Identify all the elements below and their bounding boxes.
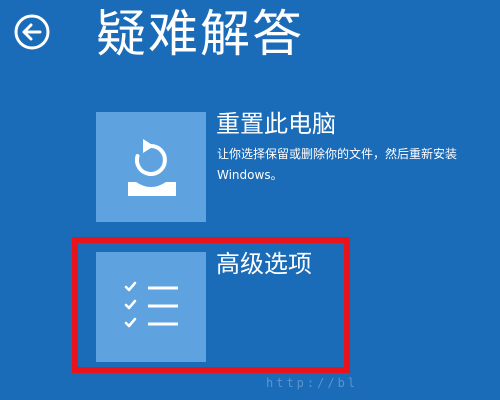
watermark: http://bl (266, 376, 359, 390)
back-button[interactable] (14, 14, 50, 50)
advanced-options-option[interactable]: 高级选项 (96, 250, 466, 362)
checklist-icon (124, 281, 178, 328)
reset-pc-description: 让你选择保留或删除你的文件，然后重新安装 Windows。 (217, 147, 458, 182)
reset-pc-title: 重置此电脑 (216, 110, 336, 138)
advanced-options-title: 高级选项 (216, 250, 312, 278)
page-title: 疑难解答 (96, 5, 304, 63)
advanced-options-tile (96, 252, 206, 362)
back-arrow-circle-icon (14, 14, 50, 50)
reset-pc-icon (128, 139, 176, 196)
reset-pc-tile (96, 112, 206, 222)
reset-this-pc-option[interactable]: 重置此电脑 让你选择保留或删除你的文件，然后重新安装 Windows。 (96, 110, 466, 222)
